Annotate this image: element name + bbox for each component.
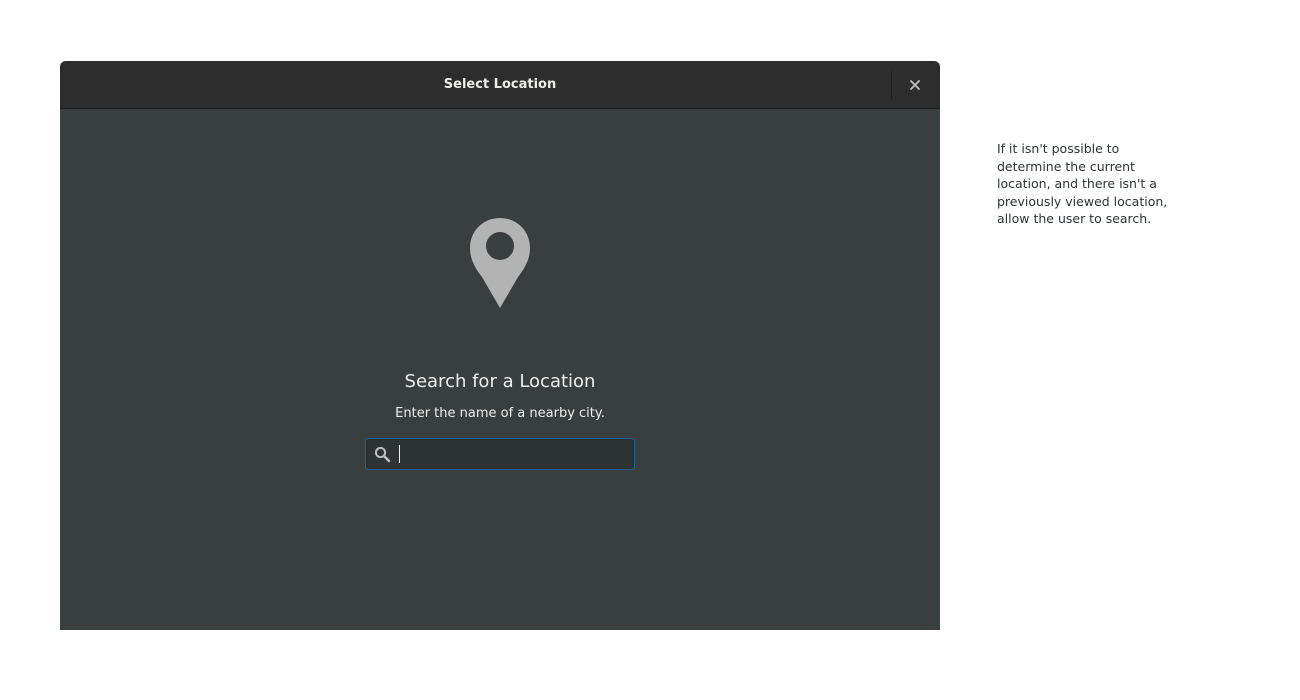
design-annotation: If it isn't possible to determine the cu… [997, 141, 1168, 226]
empty-state-subtitle: Enter the name of a nearby city. [395, 406, 605, 421]
search-icon [374, 446, 391, 463]
close-button[interactable] [900, 70, 930, 100]
select-location-dialog: Select Location Search for a Location En… [60, 61, 940, 630]
map-pin-icon [470, 218, 530, 308]
headerbar: Select Location [60, 61, 940, 109]
location-search-input[interactable] [365, 438, 635, 470]
header-separator [891, 71, 892, 99]
dialog-title: Select Location [443, 77, 557, 92]
text-cursor [399, 445, 400, 463]
dialog-content: Search for a Location Enter the name of … [60, 109, 940, 630]
empty-state-heading: Search for a Location [404, 371, 596, 392]
close-icon [910, 80, 920, 90]
